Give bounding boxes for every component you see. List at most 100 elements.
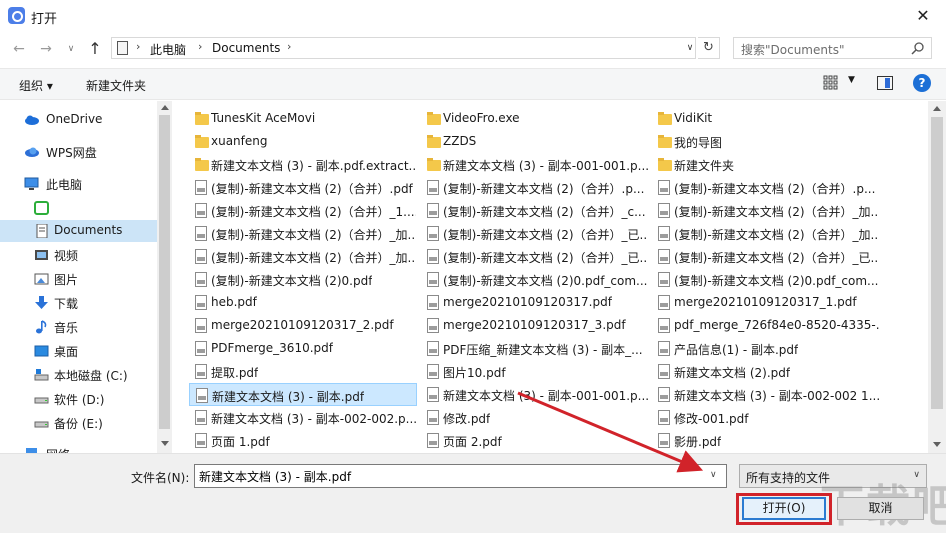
file-name: 新建文本文档 (2).pdf	[674, 366, 791, 380]
pdf-file-item[interactable]: 新建文本文档 (3) - 副本-002-002.p...	[189, 406, 417, 429]
pdf-file-item[interactable]: 新建文本文档 (3) - 副本.pdf	[189, 383, 417, 406]
pdf-file-item[interactable]: pdf_merge_726f84e0-8520-4335-...	[652, 314, 880, 337]
file-name: PDFmerge_3610.pdf	[211, 341, 333, 355]
sidebar-item-this-pc[interactable]: 此电脑	[0, 173, 157, 195]
view-dropdown-icon[interactable]: ▼	[848, 75, 855, 85]
new-folder-button[interactable]: 新建文件夹	[86, 77, 146, 94]
pdf-file-item[interactable]: heb.pdf	[189, 291, 417, 314]
folder-item[interactable]: ZZDS	[421, 130, 649, 153]
pdf-file-item[interactable]: (复制)-新建文本文档 (2)0.pdf	[189, 268, 417, 291]
filename-input[interactable]	[194, 464, 727, 488]
file-name: pdf_merge_726f84e0-8520-4335-...	[674, 318, 879, 332]
pdf-file-item[interactable]: (复制)-新建文本文档 (2)（合并）.p...	[652, 176, 880, 199]
forward-arrow-icon[interactable]: →	[35, 38, 57, 60]
help-icon[interactable]: ?	[913, 74, 931, 92]
pdf-file-item[interactable]: (复制)-新建文本文档 (2)0.pdf_com...	[421, 268, 649, 291]
folder-item[interactable]: 新建文本文档 (3) - 副本-001-001.p...	[421, 153, 649, 176]
pdf-file-item[interactable]: merge20210109120317.pdf	[421, 291, 649, 314]
sidebar-item-desktop[interactable]: 桌面	[0, 340, 157, 362]
organize-button[interactable]: 组织 ▾	[19, 77, 53, 94]
back-arrow-icon[interactable]: ←	[8, 38, 30, 60]
folder-item[interactable]: TunesKit AceMovi	[189, 107, 417, 130]
address-dropdown-icon[interactable]: ∨	[683, 40, 697, 56]
up-arrow-icon[interactable]: ↑	[84, 38, 106, 60]
pdf-file-item[interactable]: 新建文本文档 (3) - 副本-002-002 1...	[652, 383, 880, 406]
view-options-icon[interactable]	[823, 75, 839, 91]
pdf-file-item[interactable]: (复制)-新建文本文档 (2)0.pdf_com...	[652, 268, 880, 291]
pdf-file-item[interactable]: 产品信息(1) - 副本.pdf	[652, 337, 880, 360]
pdf-file-item[interactable]: 修改-001.pdf	[652, 406, 880, 429]
scroll-up-arrow-icon[interactable]	[933, 106, 941, 111]
recent-locations-chevron-icon[interactable]: ∨	[60, 38, 82, 60]
sidebar-item-music[interactable]: 音乐	[0, 316, 157, 338]
sidebar-item-label: 桌面	[54, 345, 79, 359]
sidebar-item-wps-cloud[interactable]: WPS网盘	[0, 141, 157, 163]
pdf-file-item[interactable]: (复制)-新建文本文档 (2)（合并）_已...	[652, 245, 880, 268]
sidebar-item-documents[interactable]: Documents	[0, 220, 157, 242]
sidebar-item-label: 下载	[54, 297, 79, 311]
pdf-file-item[interactable]: 新建文本文档 (3) - 副本-001-001.p...	[421, 383, 649, 406]
pdf-file-item[interactable]: (复制)-新建文本文档 (2)（合并）.p...	[421, 176, 649, 199]
pdf-file-item[interactable]: merge20210109120317_2.pdf	[189, 314, 417, 337]
sidebar-item-label: OneDrive	[46, 112, 103, 126]
sidebar-item-label: 视频	[54, 249, 79, 263]
file-name: (复制)-新建文本文档 (2)（合并）_1....	[211, 205, 416, 219]
sidebar-item-drive-e[interactable]: 备份 (E:)	[0, 412, 157, 434]
pdf-file-item[interactable]: 提取.pdf	[189, 360, 417, 383]
file-name: merge20210109120317.pdf	[443, 295, 612, 309]
pdf-file-item[interactable]: (复制)-新建文本文档 (2)（合并）_c...	[421, 199, 649, 222]
pdf-file-item[interactable]: (复制)-新建文本文档 (2)（合并）_加...	[652, 222, 880, 245]
pdf-file-item[interactable]: (复制)-新建文本文档 (2)（合并）_1....	[189, 199, 417, 222]
pdf-file-item[interactable]: 页面 2.pdf	[421, 429, 649, 452]
pdf-file-item[interactable]: merge20210109120317_3.pdf	[421, 314, 649, 337]
file-name: 新建文本文档 (3) - 副本.pdf	[212, 390, 365, 404]
sidebar-scrollbar-thumb[interactable]	[159, 115, 170, 429]
filename-dropdown-icon[interactable]: ∨	[710, 470, 717, 480]
pdf-file-item[interactable]: 新建文本文档 (2).pdf	[652, 360, 880, 383]
file-name: 新建文本文档 (3) - 副本-001-001.p...	[443, 159, 648, 173]
sidebar-item-green-app[interactable]	[0, 197, 157, 219]
pdf-file-item[interactable]: 影册.pdf	[652, 429, 880, 452]
pdf-file-item[interactable]: (复制)-新建文本文档 (2)（合并）.pdf	[189, 176, 417, 199]
refresh-icon[interactable]: ↻	[698, 37, 720, 59]
scroll-down-arrow-icon[interactable]	[161, 441, 169, 446]
sidebar-item-network[interactable]: 网络	[0, 443, 157, 453]
cancel-button[interactable]: 取消	[837, 497, 924, 520]
pdf-file-item[interactable]: merge20210109120317_1.pdf	[652, 291, 880, 314]
folder-item[interactable]: 新建文件夹	[652, 153, 880, 176]
folder-item[interactable]: VideoFro.exe	[421, 107, 649, 130]
folder-item[interactable]: 我的导图	[652, 130, 880, 153]
address-bar[interactable]: › 此电脑 › Documents ›	[111, 37, 696, 59]
file-name: (复制)-新建文本文档 (2)（合并）_加...	[674, 228, 879, 242]
pdf-file-item[interactable]: PDF压缩_新建文本文档 (3) - 副本_...	[421, 337, 649, 360]
breadcrumb-documents[interactable]: Documents	[212, 41, 280, 55]
folder-item[interactable]: xuanfeng	[189, 130, 417, 153]
sidebar-item-onedrive[interactable]: OneDrive	[0, 109, 157, 131]
search-input[interactable]: 搜索"Documents"	[733, 37, 932, 59]
pdf-file-item[interactable]: (复制)-新建文本文档 (2)（合并）_加...	[652, 199, 880, 222]
sidebar-item-videos[interactable]: 视频	[0, 244, 157, 266]
sidebar-item-downloads[interactable]: 下载	[0, 292, 157, 314]
folder-item[interactable]: VidiKit	[652, 107, 880, 130]
pdf-file-item[interactable]: (复制)-新建文本文档 (2)（合并）_加...	[189, 245, 417, 268]
folder-item[interactable]: 新建文本文档 (3) - 副本.pdf.extract...	[189, 153, 417, 176]
sidebar-item-pictures[interactable]: 图片	[0, 268, 157, 290]
close-button[interactable]: ✕	[900, 0, 946, 32]
pdf-file-item[interactable]: 页面 1.pdf	[189, 429, 417, 452]
open-button[interactable]: 打开(O)	[742, 497, 826, 520]
scroll-down-arrow-icon[interactable]	[933, 442, 941, 447]
scroll-up-arrow-icon[interactable]	[161, 105, 169, 110]
pdf-file-item[interactable]: PDFmerge_3610.pdf	[189, 337, 417, 360]
file-list-scrollbar-thumb[interactable]	[931, 117, 943, 409]
sidebar-item-drive-c[interactable]: 本地磁盘 (C:)	[0, 364, 157, 386]
file-name: merge20210109120317_1.pdf	[674, 295, 857, 309]
pdf-file-icon	[195, 203, 207, 218]
sidebar-item-drive-d[interactable]: 软件 (D:)	[0, 388, 157, 410]
pdf-file-item[interactable]: (复制)-新建文本文档 (2)（合并）_加...	[189, 222, 417, 245]
pdf-file-item[interactable]: 图片10.pdf	[421, 360, 649, 383]
pdf-file-item[interactable]: (复制)-新建文本文档 (2)（合并）_已...	[421, 222, 649, 245]
pdf-file-item[interactable]: 修改.pdf	[421, 406, 649, 429]
pdf-file-item[interactable]: (复制)-新建文本文档 (2)（合并）_已...	[421, 245, 649, 268]
breadcrumb-this-pc[interactable]: 此电脑	[150, 41, 186, 58]
preview-pane-icon[interactable]	[877, 76, 893, 90]
